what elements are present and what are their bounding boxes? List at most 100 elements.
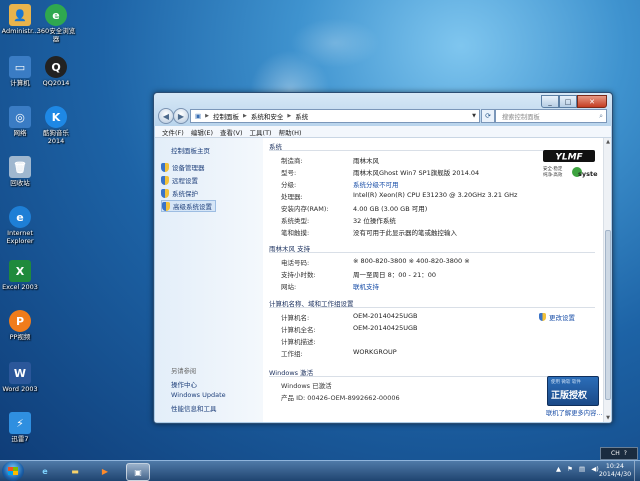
see-also-performance-tools[interactable]: 性能信息和工具 [171,403,217,413]
menu-file[interactable]: 文件(F) [162,127,184,137]
see-also-action-center[interactable]: 操作中心 [171,379,197,389]
menu-edit[interactable]: 编辑(E) [191,127,213,137]
internet-explorer-icon[interactable]: e [34,463,56,479]
desktop-icon-kugou[interactable]: K 酷狗音乐2014 [36,106,76,145]
desktop-icon-word[interactable]: W Word 2003 [0,362,40,394]
chevron-right-icon: ▶ [287,113,292,119]
scroll-up-icon[interactable]: ▲ [604,138,611,146]
language-label: CH [611,450,620,457]
desktop-icon-thunder[interactable]: ⚡ 迅雷7 [0,412,40,444]
shield-icon [161,188,169,198]
field-label: 网站: [281,283,297,291]
maximize-button[interactable]: □ [559,95,577,108]
computer-name-value: OEM-20140425UGB [353,312,418,320]
desktop-icon-pptv[interactable]: P PP视频 [0,310,40,342]
shield-icon [161,175,169,185]
workgroup-value: WORKGROUP [353,348,397,356]
user-folder-icon: 👤 [9,4,31,26]
field-label: 计算机描述: [281,338,316,346]
desktop-icon-qq[interactable]: Q QQ2014 [36,56,76,88]
desktop-icon-360-browser[interactable]: e 360安全浏览器 [36,4,76,43]
desktop-icon-administrator[interactable]: 👤 Administr... [0,4,40,36]
qq-penguin-icon: Q [45,56,67,78]
field-label: 计算机名: [281,314,310,322]
field-label: 处理器: [281,193,303,201]
back-button[interactable]: ◀ [158,108,174,124]
start-button[interactable] [2,461,24,481]
search-input[interactable]: 搜索控制面板 ⌕ [495,109,607,123]
model-value: 雨林木风Ghost Win7 SP1旗舰版 2014.04 [353,169,480,177]
sidebar-item-system-protection[interactable]: 系统保护 [161,188,198,198]
learn-more-link[interactable]: 联机了解更多内容... [546,408,602,417]
change-settings-link[interactable]: 更改设置 [539,312,575,322]
menu-help[interactable]: 帮助(H) [279,127,302,137]
minimize-button[interactable]: _ [541,95,559,108]
genuine-badge-text: 正版授权 [551,391,588,401]
flag-icon[interactable]: ⚑ [567,465,573,473]
sidebar-item-remote-settings[interactable]: 远程设置 [161,175,198,185]
field-label: 安装内存(RAM): [281,205,329,213]
shield-icon [162,201,170,211]
address-bar[interactable]: ▣ ▶ 控制面板 ▶ 系统和安全 ▶ 系统 ▼ [190,109,480,123]
field-label: 工作组: [281,350,303,358]
sidebar-item-device-manager[interactable]: 设备管理器 [161,162,205,172]
desktop-icon-network[interactable]: ◎ 网络 [0,106,40,138]
rating-link[interactable]: 系统分级不可用 [353,179,399,189]
full-computer-name-value: OEM-20140425UGB [353,324,418,332]
online-support-link[interactable]: 联机支持 [353,281,379,291]
content-area: 控制面板主页 设备管理器 远程设置 系统保护 高级系统设置 另请参阅 操作中心 … [155,138,611,422]
search-placeholder: 搜索控制面板 [502,113,540,121]
close-button[interactable]: ✕ [577,95,607,108]
clock[interactable]: 10:24 2014/4/30 [594,463,636,479]
see-also-windows-update[interactable]: Windows Update [171,391,226,399]
breadcrumb-item[interactable]: 系统和安全 [251,111,284,121]
network-icon[interactable]: ▤ [579,465,585,473]
pptv-icon: P [9,310,31,332]
logo-sub: 纯净·高效 [543,171,563,178]
language-indicator[interactable]: CH ? [600,447,638,460]
vertical-scrollbar[interactable]: ▲ ▼ [603,138,611,422]
sidebar-item-advanced-settings[interactable]: 高级系统设置 [161,200,216,212]
chevron-down-icon[interactable]: ▼ [472,113,476,119]
breadcrumb-item[interactable]: 系统 [295,111,308,121]
activation-status: Windows 已激活 [281,382,332,390]
divider [269,252,595,253]
show-desktop-button[interactable] [634,461,640,481]
desktop-icon-recycle-bin[interactable]: 🗑 回收站 [0,156,40,188]
forward-button[interactable]: ▶ [173,108,189,124]
menu-bar: 文件(F) 编辑(E) 查看(V) 工具(T) 帮助(H) [155,126,611,138]
field-label: 分级: [281,181,297,189]
ram-value: 4.00 GB (3.00 GB 可用) [353,205,428,213]
pen-touch-value: 没有可用于此显示器的笔或触控输入 [353,229,457,237]
sidebar-item-label: 设备管理器 [172,164,205,172]
clock-date: 2014/4/30 [598,471,632,478]
control-panel-icon[interactable]: ▣ [126,463,150,481]
network-icon: ◎ [9,106,31,128]
caption-buttons: _ □ ✕ [541,95,607,108]
refresh-button[interactable]: ⟳ [481,109,495,123]
breadcrumb-item[interactable]: 控制面板 [213,111,239,121]
scrollbar-thumb[interactable] [605,230,611,400]
search-icon[interactable]: ⌕ [599,112,603,121]
kugou-music-icon: K [45,106,67,128]
processor-value: Intel(R) Xeon(R) CPU E31230 @ 3.20GHz 3.… [353,191,518,199]
menu-view[interactable]: 查看(V) [220,127,243,137]
menu-tools[interactable]: 工具(T) [250,127,272,137]
divider [269,307,595,308]
sidebar: 控制面板主页 设备管理器 远程设置 系统保护 高级系统设置 另请参阅 操作中心 … [155,138,263,422]
field-label: 笔和触摸: [281,229,310,237]
genuine-badge-small-text: 使用 微软 软件 [551,380,581,385]
internet-explorer-icon: e [9,206,31,228]
computer-icon: ▭ [9,56,31,78]
word-icon: W [9,362,31,384]
desktop-icon-excel[interactable]: X Excel 2003 [0,260,40,292]
change-settings-label: 更改设置 [549,314,575,322]
control-panel-home-link[interactable]: 控制面板主页 [171,145,210,155]
media-player-icon[interactable]: ▶ [94,463,116,479]
scroll-down-icon[interactable]: ▼ [604,414,611,422]
desktop-icon-internet-explorer[interactable]: e Internet Explorer [0,206,40,245]
file-explorer-icon[interactable]: ▬ [64,463,86,479]
window-frame: _ □ ✕ ◀ ▶ ▣ ▶ 控制面板 ▶ 系统和安全 ▶ 系统 ▼ ⟳ 搜索控制… [154,93,612,126]
desktop-icon-computer[interactable]: ▭ 计算机 [0,56,40,88]
tray-arrow-icon[interactable]: ▲ [556,465,561,473]
